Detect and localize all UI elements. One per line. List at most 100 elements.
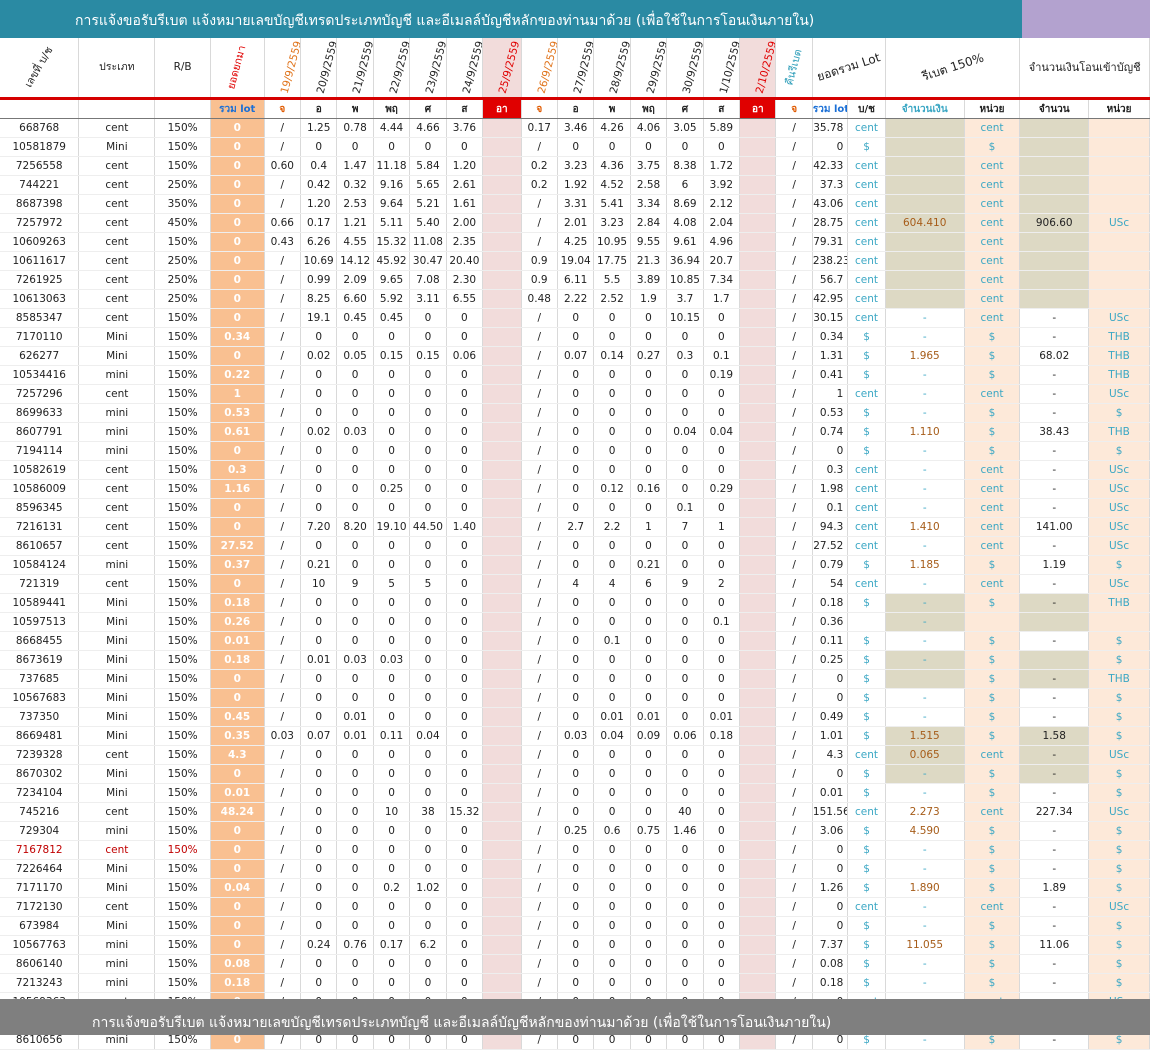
sum-lot-cell: 0.1 xyxy=(812,498,849,518)
rebate-amount-cell: - xyxy=(885,954,965,974)
day-value-cell xyxy=(739,498,777,518)
transfer-unit-cell: USc xyxy=(1088,802,1150,822)
day-value-cell: 0 xyxy=(446,384,484,404)
day-value-cell: 0 xyxy=(703,460,741,480)
unit-cell: $ xyxy=(964,669,1021,689)
transfer-amount-cell xyxy=(1019,251,1090,271)
day-value-cell: 4.55 xyxy=(336,232,374,252)
day-value-cell: 0 xyxy=(593,498,631,518)
day-value-cell: 0 xyxy=(666,460,704,480)
rebate-amount-cell: - xyxy=(885,403,965,423)
title-bar: การแจ้งขอรับรีเบต แจ้งหมายเลขบัญชีเทรดปร… xyxy=(0,0,1022,38)
rebate-amount-cell: - xyxy=(885,460,965,480)
day-value-cell: 0 xyxy=(630,859,668,879)
day-value-cell: / xyxy=(775,460,813,480)
day-value-cell: 2.01 xyxy=(557,213,595,233)
unit-cell: $ xyxy=(964,783,1021,803)
day-value-cell: 0 xyxy=(373,954,411,974)
unit-cell: cent xyxy=(964,460,1021,480)
type-cell: mini xyxy=(78,422,156,442)
transfer-unit-cell: $ xyxy=(1088,916,1150,936)
day-value-cell: 0 xyxy=(666,669,704,689)
account-cell: 673984 xyxy=(0,916,80,936)
day-value-cell: 0 xyxy=(446,707,484,727)
transfer-unit-cell: USc xyxy=(1088,479,1150,499)
unit-ac-cell xyxy=(847,612,886,632)
day-value-cell: 0 xyxy=(446,726,484,746)
lot-cell: 0 xyxy=(210,897,265,917)
table-row: 10581879 Mini 150% 0/0 0 0 0 0/0 0 0 0 0/0 $ $ xyxy=(0,137,1150,157)
lot-cell: 0.53 xyxy=(210,403,265,423)
day-value-cell: 0 xyxy=(593,878,631,898)
day-value-cell xyxy=(482,536,522,556)
sum-lot-cell: 0 xyxy=(812,669,849,689)
day-value-cell: 4.96 xyxy=(703,232,741,252)
sum-lot-cell: 0.36 xyxy=(812,612,849,632)
footer-bar: การแจ้งขอรับรีเบต แจ้งหมายเลขบัญชีเทรดปร… xyxy=(0,999,1150,1035)
day-value-cell: / xyxy=(264,631,301,651)
day-value-cell: / xyxy=(775,954,813,974)
unit-cell: $ xyxy=(964,422,1021,442)
day-value-cell: 0 xyxy=(630,954,668,974)
rb-cell: 150% xyxy=(154,156,211,176)
day-value-cell: 40 xyxy=(666,802,704,822)
type-cell: cent xyxy=(78,194,156,214)
table-row: 668768 cent 150% 0/1.25 0.78 4.44 4.66 3.76 0.17… xyxy=(0,118,1150,138)
day-value-cell: 0.01 xyxy=(703,707,741,727)
day-value-cell: 0.09 xyxy=(630,726,668,746)
lot-cell: 0.18 xyxy=(210,593,265,613)
day-value-cell: 0 xyxy=(593,308,631,328)
subheader-t-amount: จำนวน xyxy=(1019,98,1090,119)
day-value-cell: 0 xyxy=(703,954,741,974)
day-value-cell xyxy=(482,270,522,290)
table-row: 7170110 Mini 150% 0.34/0 0 0 0 0/0 0 0 0 0/0.34 $ - $ -… xyxy=(0,327,1150,347)
unit-ac-cell: $ xyxy=(847,441,886,461)
day-value-cell: 0 xyxy=(373,821,411,841)
day-value-cell: / xyxy=(264,308,301,328)
sum-lot-cell: 0.18 xyxy=(812,593,849,613)
unit-cell: cent xyxy=(964,517,1021,537)
type-cell: Mini xyxy=(78,764,156,784)
day-value-cell: 0 xyxy=(336,536,374,556)
day-value-cell: 4.08 xyxy=(666,213,704,233)
day-value-cell: 0.42 xyxy=(300,175,338,195)
day-value-cell: 0 xyxy=(300,365,338,385)
rebate-amount-cell: - xyxy=(885,973,965,993)
day-value-cell: 15.32 xyxy=(446,802,484,822)
account-cell: 737685 xyxy=(0,669,80,689)
day-value-cell: 0 xyxy=(703,783,741,803)
account-cell: 10611617 xyxy=(0,251,80,271)
sum-lot-cell: 0 xyxy=(812,859,849,879)
sum-lot-cell: 43.06 xyxy=(812,194,849,214)
day-value-cell: / xyxy=(264,422,301,442)
transfer-amount-cell: - xyxy=(1019,479,1090,499)
type-cell: cent xyxy=(78,460,156,480)
day-value-cell: / xyxy=(775,137,813,157)
unit-ac-cell: cent xyxy=(847,156,886,176)
day-value-cell: 2.30 xyxy=(446,270,484,290)
day-value-cell: / xyxy=(775,935,813,955)
day-value-cell xyxy=(482,859,522,879)
day-value-cell: / xyxy=(264,327,301,347)
day-value-cell: 0.6 xyxy=(593,821,631,841)
day-value-cell xyxy=(739,897,777,917)
account-cell: 10567683 xyxy=(0,688,80,708)
rb-cell: 150% xyxy=(154,916,211,936)
day-value-cell: 0 xyxy=(409,745,447,765)
day-value-cell: 0 xyxy=(446,973,484,993)
day-value-cell: 0 xyxy=(446,555,484,575)
sum-lot-cell: 0 xyxy=(812,688,849,708)
day-value-cell: 0 xyxy=(666,688,704,708)
day-value-cell: / xyxy=(521,916,558,936)
transfer-unit-cell: $ xyxy=(1088,764,1150,784)
day-value-cell: 0 xyxy=(593,555,631,575)
day-value-cell: 0 xyxy=(336,764,374,784)
day-value-cell: 0 xyxy=(630,802,668,822)
table-row: 7226464 Mini 150% 0/0 0 0 0 0/0 0 0 0 0/0 $ - $ - $ xyxy=(0,859,1150,879)
day-value-cell: 0.3 xyxy=(666,346,704,366)
day-value-cell xyxy=(739,270,777,290)
subheader-amount: จำนวนเงิน xyxy=(885,98,965,119)
day-value-cell: 10.69 xyxy=(300,251,338,271)
day-value-cell: 0 xyxy=(630,916,668,936)
transfer-unit-cell: USc xyxy=(1088,498,1150,518)
